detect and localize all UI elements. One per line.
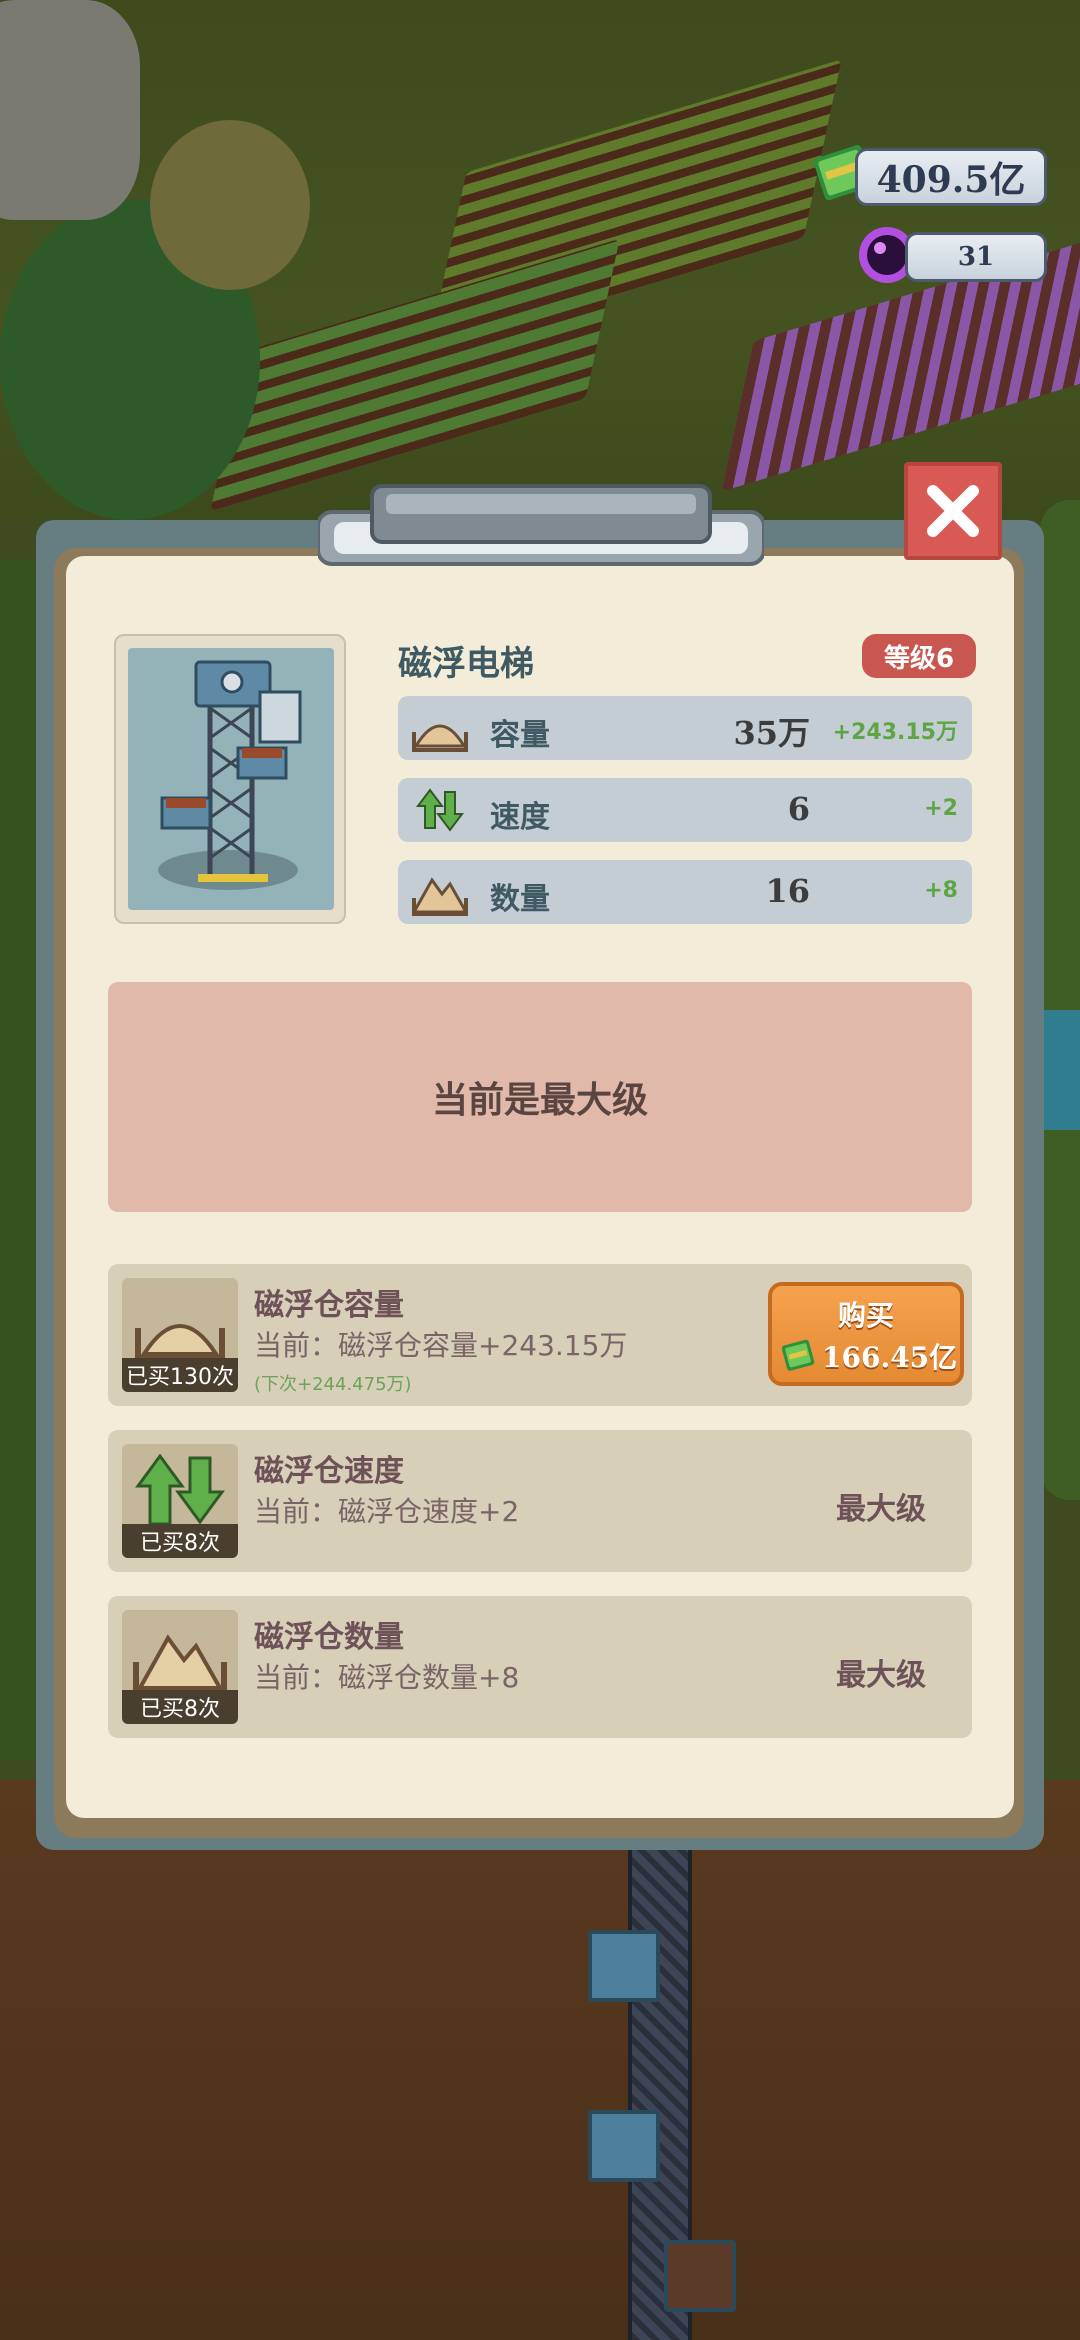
upgrade-current: 当前：磁浮仓数量+8 bbox=[254, 1661, 520, 1694]
stat-delta: +8 bbox=[924, 878, 958, 903]
sand-pile-icon bbox=[412, 724, 468, 752]
buy-button[interactable]: 购买 166.45亿 bbox=[768, 1282, 964, 1386]
speed-arrows-icon bbox=[416, 788, 464, 832]
upgrade-row-capacity: 已买130次 磁浮仓容量 当前：磁浮仓容量+243.15万 (下次+244.47… bbox=[108, 1264, 972, 1406]
upgrade-current: 当前：磁浮仓速度+2 bbox=[254, 1495, 520, 1528]
upgrade-row-speed: 已买8次 磁浮仓速度 当前：磁浮仓速度+2 最大级 bbox=[108, 1430, 972, 1572]
buy-label: 购买 bbox=[837, 1299, 894, 1332]
gem-value: 31 bbox=[957, 242, 995, 272]
elevator-tower-icon bbox=[158, 660, 302, 890]
building-name: 磁浮电梯 bbox=[398, 644, 534, 684]
stat-value: 16 bbox=[765, 872, 810, 910]
stat-speed: 速度 6 +2 bbox=[398, 778, 972, 842]
upgrade-max-status: 最大级 bbox=[836, 1658, 926, 1693]
money-counter: 409.5亿 bbox=[855, 148, 1047, 206]
bought-count: 已买130次 bbox=[122, 1358, 238, 1392]
close-icon bbox=[927, 485, 979, 537]
underground-soil bbox=[0, 1780, 1080, 2340]
stat-label: 速度 bbox=[490, 800, 550, 835]
stat-delta: +243.15万 bbox=[832, 720, 958, 745]
elevator-car bbox=[664, 2240, 736, 2312]
money-icon bbox=[781, 1339, 815, 1371]
upgrade-name: 磁浮仓数量 bbox=[254, 1620, 404, 1655]
rock bbox=[0, 0, 140, 220]
upgrade-next: (下次+244.475万) bbox=[254, 1374, 412, 1395]
water bbox=[1040, 1010, 1080, 1130]
tree bbox=[150, 120, 310, 290]
stat-capacity: 容量 35万 +243.15万 bbox=[398, 696, 972, 760]
stat-label: 数量 bbox=[490, 882, 550, 917]
upgrade-current: 当前：磁浮仓容量+243.15万 bbox=[254, 1329, 628, 1362]
stat-value: 35万 bbox=[733, 714, 810, 752]
elevator-car bbox=[588, 1930, 660, 2002]
building-image-card bbox=[114, 634, 346, 924]
upgrade-name: 磁浮仓速度 bbox=[254, 1454, 404, 1489]
bought-count: 已买8次 bbox=[122, 1690, 238, 1724]
upgrade-thumb: 已买8次 bbox=[122, 1610, 238, 1724]
max-level-text: 当前是最大级 bbox=[431, 1080, 648, 1121]
clipboard-clip-icon bbox=[318, 484, 764, 566]
upgrade-thumb: 已买8次 bbox=[122, 1444, 238, 1558]
max-level-banner: 当前是最大级 bbox=[108, 982, 972, 1212]
bought-count: 已买8次 bbox=[122, 1524, 238, 1558]
stat-delta: +2 bbox=[924, 796, 958, 821]
buy-price: 166.45亿 bbox=[822, 1341, 958, 1374]
upgrade-name: 磁浮仓容量 bbox=[254, 1288, 404, 1323]
upgrade-max-status: 最大级 bbox=[836, 1492, 926, 1527]
money-value: 409.5亿 bbox=[876, 159, 1026, 201]
mountain-icon bbox=[412, 877, 468, 916]
upgrade-row-quantity: 已买8次 磁浮仓数量 当前：磁浮仓数量+8 最大级 bbox=[108, 1596, 972, 1738]
stat-label: 容量 bbox=[490, 718, 550, 753]
gem-counter: 31 bbox=[905, 232, 1047, 282]
stat-quantity: 数量 16 +8 bbox=[398, 860, 972, 924]
tree bbox=[1040, 500, 1080, 1500]
level-badge: 等级6 bbox=[862, 634, 976, 678]
maglev-elevator-image bbox=[128, 648, 334, 910]
upgrade-thumb: 已买130次 bbox=[122, 1278, 238, 1392]
stat-value: 6 bbox=[787, 790, 810, 828]
elevator-car bbox=[588, 2110, 660, 2182]
close-button[interactable] bbox=[904, 462, 1002, 560]
